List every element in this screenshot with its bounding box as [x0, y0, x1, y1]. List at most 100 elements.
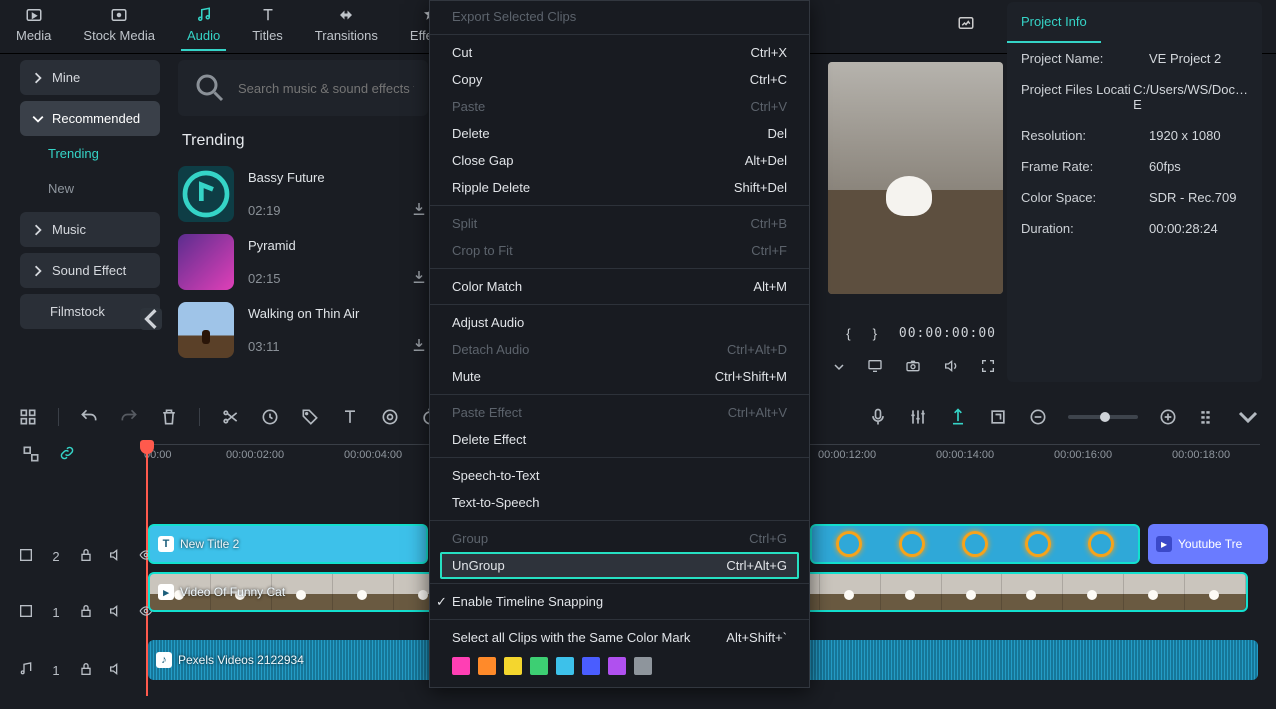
download-icon[interactable]: [410, 200, 428, 218]
nav-transitions-label: Transitions: [315, 28, 378, 43]
sidebar-item-filmstock[interactable]: Filmstock: [20, 294, 160, 329]
info-key: Color Space:: [1021, 190, 1149, 205]
mark-in-button[interactable]: {: [846, 326, 850, 341]
sidebar-sub-new[interactable]: New: [20, 171, 160, 206]
color-swatch[interactable]: [452, 657, 470, 675]
menu-paste: PasteCtrl+V: [430, 93, 809, 120]
dropdown-icon[interactable]: [1238, 407, 1258, 427]
lock-icon[interactable]: [78, 661, 94, 680]
menu-copy[interactable]: CopyCtrl+C: [430, 66, 809, 93]
mark-out-button[interactable]: }: [873, 326, 877, 341]
info-key: Resolution:: [1021, 128, 1149, 143]
menu-close-gap[interactable]: Close GapAlt+Del: [430, 147, 809, 174]
tab-project-info[interactable]: Project Info: [1007, 2, 1101, 43]
zoom-slider[interactable]: [1068, 415, 1138, 419]
mic-icon[interactable]: [868, 407, 888, 427]
redo-icon[interactable]: [119, 407, 139, 427]
menu-text-to-speech[interactable]: Text-to-Speech: [430, 489, 809, 516]
volume-icon[interactable]: [942, 358, 960, 377]
menu-adjust-audio[interactable]: Adjust Audio: [430, 309, 809, 336]
video-badge-icon: ▸: [158, 584, 174, 600]
download-icon[interactable]: [410, 336, 428, 354]
mute-icon[interactable]: [108, 547, 124, 566]
crop-tool-icon[interactable]: [988, 407, 1008, 427]
info-row: Color Space:SDR - Rec.709: [1007, 182, 1262, 213]
track-time: 02:15: [248, 271, 396, 286]
track-row[interactable]: Walking on Thin Air03:11: [178, 296, 428, 364]
color-swatch[interactable]: [530, 657, 548, 675]
menu-delete-effect[interactable]: Delete Effect: [430, 426, 809, 453]
sidebar-item-sfx[interactable]: Sound Effect: [20, 253, 160, 288]
link-icon[interactable]: [58, 444, 76, 465]
tag-icon[interactable]: [300, 407, 320, 427]
color-swatch[interactable]: [608, 657, 626, 675]
quality-dropdown[interactable]: [832, 360, 846, 375]
info-row: Project Name:VE Project 2: [1007, 43, 1262, 74]
zoom-in-icon[interactable]: [1158, 407, 1178, 427]
track-header-title: 2: [18, 534, 154, 578]
info-value: C:/Users/WS/Doc…E: [1133, 82, 1248, 112]
marker-icon[interactable]: [948, 407, 968, 427]
track-row[interactable]: Pyramid02:15: [178, 228, 428, 296]
nav-media[interactable]: Media: [10, 4, 57, 49]
trash-icon[interactable]: [159, 407, 179, 427]
info-value: VE Project 2: [1149, 51, 1248, 66]
mute-icon[interactable]: [108, 603, 124, 622]
audio-browser: Trending Bassy Future02:19 Pyramid02:15 …: [178, 54, 428, 364]
menu-ripple-delete[interactable]: Ripple DeleteShift+Del: [430, 174, 809, 201]
mute-icon[interactable]: [108, 661, 124, 680]
scissors-icon[interactable]: [220, 407, 240, 427]
clip-effect[interactable]: [810, 524, 1140, 564]
color-swatch[interactable]: [582, 657, 600, 675]
zoom-out-icon[interactable]: [1028, 407, 1048, 427]
text-tool-icon[interactable]: [340, 407, 360, 427]
sidebar-item-recommended[interactable]: Recommended: [20, 101, 160, 136]
menu-snapping[interactable]: ✓Enable Timeline Snapping: [430, 588, 809, 615]
color-swatch[interactable]: [478, 657, 496, 675]
menu-delete[interactable]: DeleteDel: [430, 120, 809, 147]
track-header-toggle[interactable]: [18, 444, 44, 464]
snapshot-icon[interactable]: [956, 14, 976, 35]
menu-ungroup[interactable]: UnGroupCtrl+Alt+G: [440, 552, 799, 579]
nav-transitions[interactable]: Transitions: [309, 4, 384, 49]
speed-icon[interactable]: [260, 407, 280, 427]
nav-titles[interactable]: Titles: [246, 4, 289, 49]
nav-stock[interactable]: Stock Media: [77, 4, 161, 49]
track-title: Walking on Thin Air: [248, 306, 396, 321]
menu-color-match[interactable]: Color MatchAlt+M: [430, 273, 809, 300]
lock-icon[interactable]: [78, 603, 94, 622]
color-swatch[interactable]: [504, 657, 522, 675]
camera-icon[interactable]: [904, 358, 922, 377]
list-view-icon[interactable]: [1198, 407, 1218, 427]
download-icon[interactable]: [410, 268, 428, 286]
track-thumb: [178, 166, 234, 222]
nav-audio[interactable]: Audio: [181, 4, 226, 51]
color-swatch[interactable]: [556, 657, 574, 675]
music-note-icon: [18, 661, 34, 680]
sidebar-sub-trending[interactable]: Trending: [20, 136, 160, 171]
info-key: Duration:: [1021, 221, 1149, 236]
display-icon[interactable]: [866, 358, 884, 377]
menu-cut[interactable]: CutCtrl+X: [430, 39, 809, 66]
lock-icon[interactable]: [78, 547, 94, 566]
title-badge-icon: T: [158, 536, 174, 552]
sidebar-item-music[interactable]: Music: [20, 212, 160, 247]
color-wheel-icon[interactable]: [380, 407, 400, 427]
nav-audio-label: Audio: [187, 28, 220, 43]
fullscreen-icon[interactable]: [980, 358, 996, 377]
undo-icon[interactable]: [79, 407, 99, 427]
menu-mute[interactable]: MuteCtrl+Shift+M: [430, 363, 809, 390]
menu-select-color[interactable]: Select all Clips with the Same Color Mar…: [430, 624, 809, 651]
collapse-sidebar-button[interactable]: [140, 308, 162, 330]
search-input[interactable]: [238, 81, 414, 96]
color-swatch[interactable]: [634, 657, 652, 675]
transitions-icon: [336, 6, 356, 24]
clip-title[interactable]: TNew Title 2: [148, 524, 428, 564]
menu-speech-to-text[interactable]: Speech-to-Text: [430, 462, 809, 489]
clip-youtube[interactable]: ▸Youtube Tre: [1148, 524, 1268, 564]
sidebar-item-mine[interactable]: Mine: [20, 60, 160, 95]
grid-icon[interactable]: [18, 407, 38, 427]
track-row[interactable]: Bassy Future02:19: [178, 160, 428, 228]
search-box[interactable]: [178, 60, 428, 116]
mixer-icon[interactable]: [908, 407, 928, 427]
